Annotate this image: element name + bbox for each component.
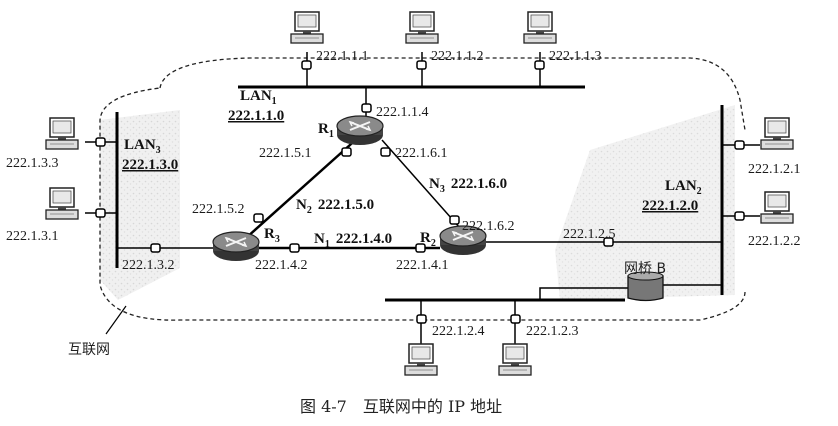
host-ip-label: 222.1.2.2: [748, 234, 801, 249]
pc-icon: [45, 117, 79, 150]
connector-icon: [449, 215, 460, 225]
router-r3-icon: [212, 231, 260, 262]
connector-icon: [301, 60, 312, 70]
connector-icon: [734, 140, 745, 150]
connector-icon: [416, 60, 427, 70]
n2-label: N2 222.1.5.0: [296, 197, 374, 216]
host-ip-label: 222.1.1.2: [431, 49, 484, 64]
connector-icon: [95, 208, 106, 218]
lan2-network-address: 222.1.2.0: [642, 198, 698, 214]
interface-ip-label: 222.1.5.1: [259, 146, 312, 161]
pc-icon: [523, 11, 557, 44]
host-ip-label: 222.1.1.1: [316, 49, 369, 64]
bridge-label: 网桥 B: [624, 261, 666, 277]
connector-icon: [361, 103, 372, 113]
host-ip-label: 222.1.2.4: [432, 324, 485, 339]
lan1-name: LAN1: [240, 88, 277, 107]
host-ip-label: 222.1.3.1: [6, 229, 59, 244]
interface-ip-label: 222.1.4.1: [396, 258, 449, 273]
pc-icon: [760, 191, 794, 224]
lan1-network-address: 222.1.1.0: [228, 108, 284, 124]
interface-ip-label: 222.1.4.2: [255, 258, 308, 273]
host-ip-label: 222.1.2.3: [526, 324, 579, 339]
router-r1-icon: [336, 115, 384, 146]
interface-ip-label: 222.1.2.5: [563, 227, 616, 242]
interface-ip-label: 222.1.3.2: [122, 258, 175, 273]
router-r3-label: R3: [264, 226, 280, 245]
router-r1-label: R1: [318, 121, 334, 140]
connector-icon: [416, 314, 427, 324]
connector-icon: [534, 60, 545, 70]
pc-icon: [290, 11, 324, 44]
pc-icon: [404, 343, 438, 376]
internet-pointer: [105, 305, 127, 335]
connector-icon: [510, 314, 521, 324]
connector-icon: [95, 137, 106, 147]
pc-icon: [760, 117, 794, 150]
host-ip-label: 222.1.1.3: [549, 49, 602, 64]
connector-icon: [289, 243, 300, 253]
connector-icon: [734, 211, 745, 221]
connector-icon: [341, 147, 352, 157]
interface-ip-label: 222.1.6.1: [395, 146, 448, 161]
pc-icon: [45, 187, 79, 220]
figure-caption: 图 4-7 互联网中的 IP 地址: [300, 397, 502, 416]
interface-ip-label: 222.1.1.4: [376, 105, 429, 120]
internet-label: 互联网: [68, 342, 110, 358]
interface-ip-label: 222.1.6.2: [462, 219, 515, 234]
host-ip-label: 222.1.3.3: [6, 156, 59, 171]
pc-icon: [405, 11, 439, 44]
diagram-canvas: 222.1.1.1 222.1.1.2 222.1.1.3 222.1.3.3 …: [6, 11, 801, 416]
connector-icon: [253, 213, 264, 223]
interface-ip-label: 222.1.5.2: [192, 202, 245, 217]
network-diagram: 222.1.1.1 222.1.1.2 222.1.1.3 222.1.3.3 …: [0, 0, 838, 426]
pc-icon: [498, 343, 532, 376]
connector-icon: [380, 147, 391, 157]
connector-icon: [150, 243, 161, 253]
host-ip-label: 222.1.2.1: [748, 162, 801, 177]
n3-label: N3 222.1.6.0: [429, 176, 507, 195]
lan3-network-address: 222.1.3.0: [122, 157, 178, 173]
